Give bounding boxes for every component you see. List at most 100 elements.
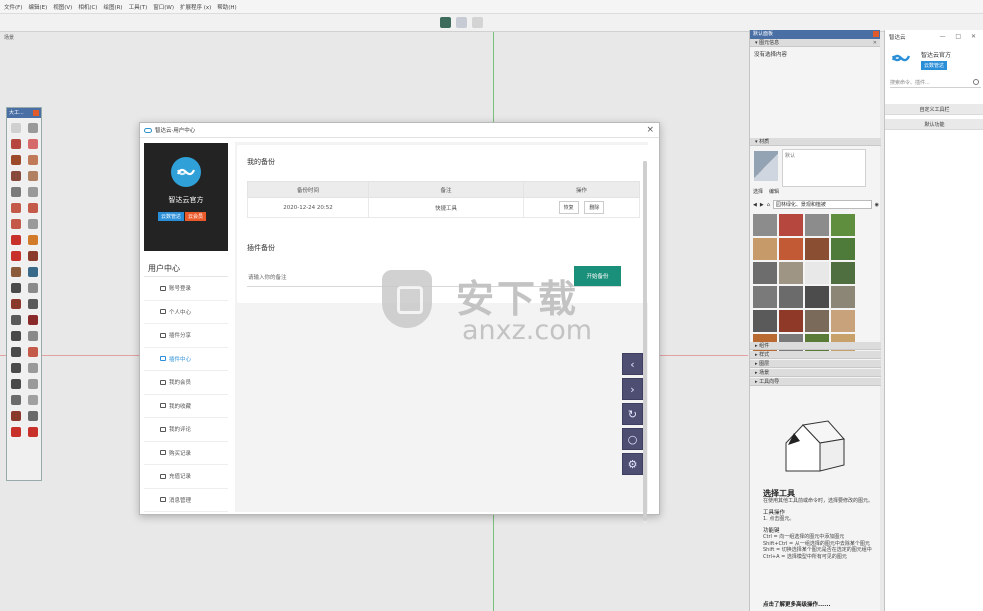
material-library-select[interactable]: 园林绿化、景观和植被 bbox=[772, 200, 872, 209]
tool-icon[interactable] bbox=[25, 216, 41, 231]
tool-icon[interactable] bbox=[8, 232, 24, 247]
tray-section-header[interactable]: ▸ 图层 bbox=[750, 360, 881, 368]
material-swatch[interactable] bbox=[779, 262, 803, 284]
materials-header[interactable]: ▾ 材质 bbox=[750, 138, 881, 146]
tool-icon[interactable] bbox=[8, 344, 24, 359]
material-swatch[interactable] bbox=[805, 310, 829, 332]
material-swatch[interactable] bbox=[779, 238, 803, 260]
menu-item[interactable]: 扩展程序 (x) bbox=[180, 3, 211, 11]
tool-icon[interactable] bbox=[25, 120, 41, 135]
tool-icon[interactable] bbox=[25, 184, 41, 199]
restore-button[interactable]: 恢复 bbox=[558, 201, 579, 214]
entity-info-header[interactable]: ▾ 图元信息 ✕ bbox=[750, 39, 880, 47]
menu-item[interactable]: 帮助(H) bbox=[217, 3, 236, 11]
tool-icon[interactable] bbox=[25, 376, 41, 391]
material-swatch[interactable] bbox=[805, 214, 829, 236]
tool-icon[interactable] bbox=[8, 168, 24, 183]
sidebar-menu-item[interactable]: 充值记录 bbox=[144, 465, 228, 489]
material-name-field[interactable]: 默认 bbox=[782, 149, 866, 187]
tool-icon[interactable] bbox=[25, 296, 41, 311]
material-swatch[interactable] bbox=[831, 238, 855, 260]
tool-icon[interactable] bbox=[8, 136, 24, 151]
tool-icon[interactable] bbox=[8, 200, 24, 215]
command-search-input[interactable]: 搜索命令、插件... bbox=[890, 78, 981, 88]
tool-icon[interactable] bbox=[25, 248, 41, 263]
tool-icon[interactable] bbox=[8, 360, 24, 375]
close-icon[interactable]: ✕ bbox=[873, 39, 877, 47]
close-icon[interactable] bbox=[33, 110, 39, 116]
menu-item[interactable]: 窗口(W) bbox=[153, 3, 174, 11]
tool-icon[interactable] bbox=[8, 216, 24, 231]
tool-icon[interactable] bbox=[25, 280, 41, 295]
tool-icon[interactable] bbox=[8, 312, 24, 327]
material-swatch[interactable] bbox=[779, 310, 803, 332]
close-icon[interactable]: × bbox=[646, 125, 654, 135]
material-swatch[interactable] bbox=[831, 262, 855, 284]
tray-section-header[interactable]: ▸ 工具向导 bbox=[750, 378, 881, 386]
menu-item[interactable]: 工具(T) bbox=[129, 3, 148, 11]
forward-arrow-icon[interactable]: ▶ bbox=[760, 202, 764, 208]
material-swatch[interactable] bbox=[831, 214, 855, 236]
extension-icon[interactable] bbox=[456, 17, 467, 28]
material-swatch[interactable] bbox=[805, 286, 829, 308]
tool-icon[interactable] bbox=[25, 168, 41, 183]
tool-icon[interactable] bbox=[8, 376, 24, 391]
tool-icon[interactable] bbox=[25, 392, 41, 407]
material-swatch[interactable] bbox=[753, 214, 777, 236]
material-swatch[interactable] bbox=[779, 214, 803, 236]
tool-icon[interactable] bbox=[25, 344, 41, 359]
warehouse-icon[interactable] bbox=[440, 17, 451, 28]
tool-icon[interactable] bbox=[8, 248, 24, 263]
tool-icon[interactable] bbox=[8, 296, 24, 311]
tool-icon[interactable] bbox=[8, 120, 24, 135]
material-swatch[interactable] bbox=[753, 262, 777, 284]
material-swatch[interactable] bbox=[779, 286, 803, 308]
tool-icon[interactable] bbox=[25, 232, 41, 247]
default-features-item[interactable]: 默认功能 bbox=[885, 119, 983, 130]
tool-icon[interactable] bbox=[25, 152, 41, 167]
home-icon[interactable]: ⌂ bbox=[767, 202, 770, 208]
tool-icon[interactable] bbox=[8, 408, 24, 423]
sidebar-menu-item[interactable]: 我的收藏 bbox=[144, 395, 228, 418]
search-icon[interactable] bbox=[973, 79, 979, 85]
menu-item[interactable]: 文件(F) bbox=[4, 3, 22, 11]
tool-icon[interactable] bbox=[25, 136, 41, 151]
material-swatch[interactable] bbox=[805, 262, 829, 284]
tool-icon[interactable] bbox=[25, 200, 41, 215]
tab-edit[interactable]: 编辑 bbox=[769, 188, 779, 195]
material-swatch[interactable] bbox=[831, 310, 855, 332]
material-swatch[interactable] bbox=[753, 286, 777, 308]
close-icon[interactable] bbox=[873, 31, 879, 37]
tab-select[interactable]: 选择 bbox=[753, 188, 763, 195]
delete-button[interactable]: 删除 bbox=[584, 201, 605, 214]
menu-item[interactable]: 编辑(E) bbox=[28, 3, 47, 11]
sidebar-menu-item[interactable]: 个人中心 bbox=[144, 301, 228, 324]
tray-section-header[interactable]: ▸ 样式 bbox=[750, 351, 881, 359]
tray-section-header[interactable]: ▸ 组件 bbox=[750, 342, 881, 350]
scrollbar-thumb[interactable] bbox=[643, 161, 647, 521]
tool-icon[interactable] bbox=[25, 312, 41, 327]
tool-icon[interactable] bbox=[25, 264, 41, 279]
sidebar-menu-item[interactable]: 我的会员 bbox=[144, 371, 228, 395]
tool-icon[interactable] bbox=[8, 424, 24, 439]
tool-icon[interactable] bbox=[25, 328, 41, 343]
sidebar-menu-item[interactable]: 插件分享 bbox=[144, 324, 228, 348]
tool-icon[interactable] bbox=[8, 392, 24, 407]
menu-item[interactable]: 视图(V) bbox=[53, 3, 72, 11]
sidebar-menu-item[interactable]: 插件中心 bbox=[144, 348, 228, 371]
refresh-button[interactable]: ↻ bbox=[622, 403, 643, 425]
next-button[interactable]: › bbox=[622, 378, 643, 400]
material-swatch[interactable] bbox=[753, 238, 777, 260]
tool-icon[interactable] bbox=[8, 184, 24, 199]
material-swatch[interactable] bbox=[831, 286, 855, 308]
tool-icon[interactable] bbox=[8, 280, 24, 295]
tool-icon[interactable] bbox=[8, 264, 24, 279]
custom-toolbar-item[interactable]: 自定义工具栏 bbox=[885, 104, 983, 115]
circle-button[interactable]: ○ bbox=[622, 428, 643, 450]
window-controls[interactable]: — □ ✕ bbox=[939, 33, 980, 40]
sidebar-menu-item[interactable]: 账号登录 bbox=[144, 277, 228, 301]
tool-icon[interactable] bbox=[8, 328, 24, 343]
material-swatch[interactable] bbox=[805, 238, 829, 260]
tool-icon[interactable] bbox=[25, 360, 41, 375]
details-icon[interactable]: ◉ bbox=[875, 202, 879, 208]
